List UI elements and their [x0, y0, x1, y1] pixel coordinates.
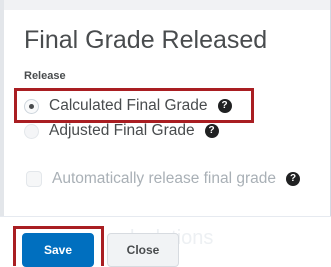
- release-section-label: Release: [24, 70, 66, 82]
- radio-button[interactable]: [24, 123, 39, 139]
- radio-option-adjusted-final-grade[interactable]: Adjusted Final Grade ?: [24, 120, 219, 142]
- save-button[interactable]: Save: [22, 233, 94, 267]
- radio-option-calculated-final-grade[interactable]: Calculated Final Grade ?: [24, 95, 232, 117]
- close-button[interactable]: Close: [107, 233, 179, 267]
- auto-release-label: Automatically release final grade: [52, 170, 277, 187]
- auto-release-checkbox[interactable]: [26, 171, 42, 187]
- option-label: Calculated Final Grade: [49, 97, 208, 114]
- option-label: Adjusted Final Grade: [49, 122, 195, 139]
- help-circle-icon[interactable]: ?: [286, 172, 301, 186]
- help-circle-icon[interactable]: ?: [204, 124, 219, 138]
- dialog-title: Final Grade Released: [24, 26, 268, 54]
- radio-button-selected[interactable]: [24, 98, 39, 114]
- panel-top-edge: [0, 0, 331, 10]
- help-circle-icon[interactable]: ?: [217, 99, 232, 113]
- auto-release-checkbox-row: Automatically release final grade ?: [24, 168, 301, 190]
